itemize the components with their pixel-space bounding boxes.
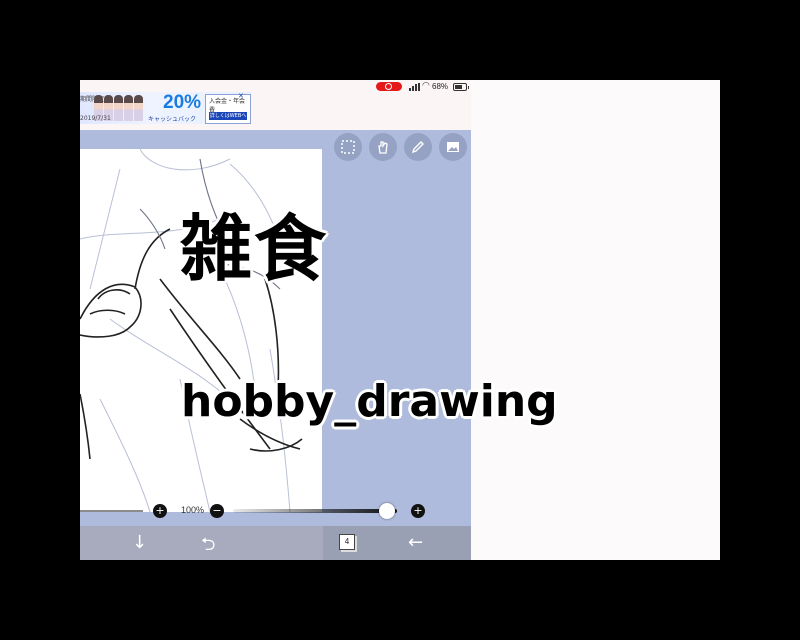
top-tool-row bbox=[334, 133, 467, 161]
ad-banner[interactable]: 期間限定 2019/7/31 20% キャッシュバック 入会金・年会費 詳しくは… bbox=[80, 92, 251, 124]
pencil-icon bbox=[411, 141, 424, 154]
zoom-opacity-bar: + 100% − + bbox=[80, 502, 471, 520]
pen-tool-button[interactable] bbox=[404, 133, 432, 161]
opacity-slider-thumb[interactable] bbox=[379, 503, 396, 519]
layers-icon[interactable]: 4 bbox=[339, 534, 355, 550]
arrow-down-icon[interactable]: ↓ bbox=[132, 532, 147, 553]
ad-offer-box: 入会金・年会費 詳しくはWEBへ bbox=[205, 94, 251, 124]
gallery-button[interactable] bbox=[439, 133, 467, 161]
zoom-level: 100% bbox=[181, 505, 205, 515]
selection-tool-button[interactable] bbox=[334, 133, 362, 161]
bottom-toolbar: ↓ ⮌ 4 ← bbox=[80, 526, 471, 560]
screen-record-icon[interactable] bbox=[376, 82, 402, 91]
opacity-plus-button[interactable]: + bbox=[411, 504, 425, 518]
battery-percent: 68% bbox=[432, 82, 449, 91]
close-icon[interactable]: ✕ bbox=[238, 92, 244, 100]
wifi-icon: ◠ bbox=[422, 81, 430, 91]
overlay-title-jp: 雑食 bbox=[180, 207, 329, 291]
cellular-signal-icon bbox=[409, 83, 421, 91]
ad-cashback-text: キャッシュバック bbox=[148, 116, 197, 123]
drawing-app: ◠ 68% 期間限定 2019/7/31 20% キャッシュバック 入会金・年会… bbox=[80, 80, 471, 560]
marquee-select-icon bbox=[341, 140, 355, 154]
brush-size-slider[interactable] bbox=[80, 510, 143, 512]
brush-size-plus-button[interactable]: + bbox=[153, 504, 167, 518]
ad-date-text: 2019/7/31 bbox=[80, 115, 111, 122]
image-icon bbox=[447, 142, 459, 152]
ad-percent: 20% bbox=[163, 92, 202, 113]
hand-icon bbox=[378, 141, 388, 154]
opacity-slider[interactable] bbox=[233, 509, 397, 513]
device-screen: ◠ 68% 期間限定 2019/7/31 20% キャッシュバック 入会金・年会… bbox=[80, 80, 720, 560]
battery-icon bbox=[453, 83, 469, 91]
hand-tool-button[interactable] bbox=[369, 133, 397, 161]
arrow-left-icon[interactable]: ← bbox=[408, 532, 423, 553]
overlay-title-en: hobby_drawing bbox=[181, 376, 558, 427]
ad-cta-button[interactable]: 詳しくはWEBへ bbox=[209, 112, 247, 120]
opacity-minus-button[interactable]: − bbox=[210, 504, 224, 518]
undo-icon[interactable]: ⮌ bbox=[201, 532, 215, 560]
